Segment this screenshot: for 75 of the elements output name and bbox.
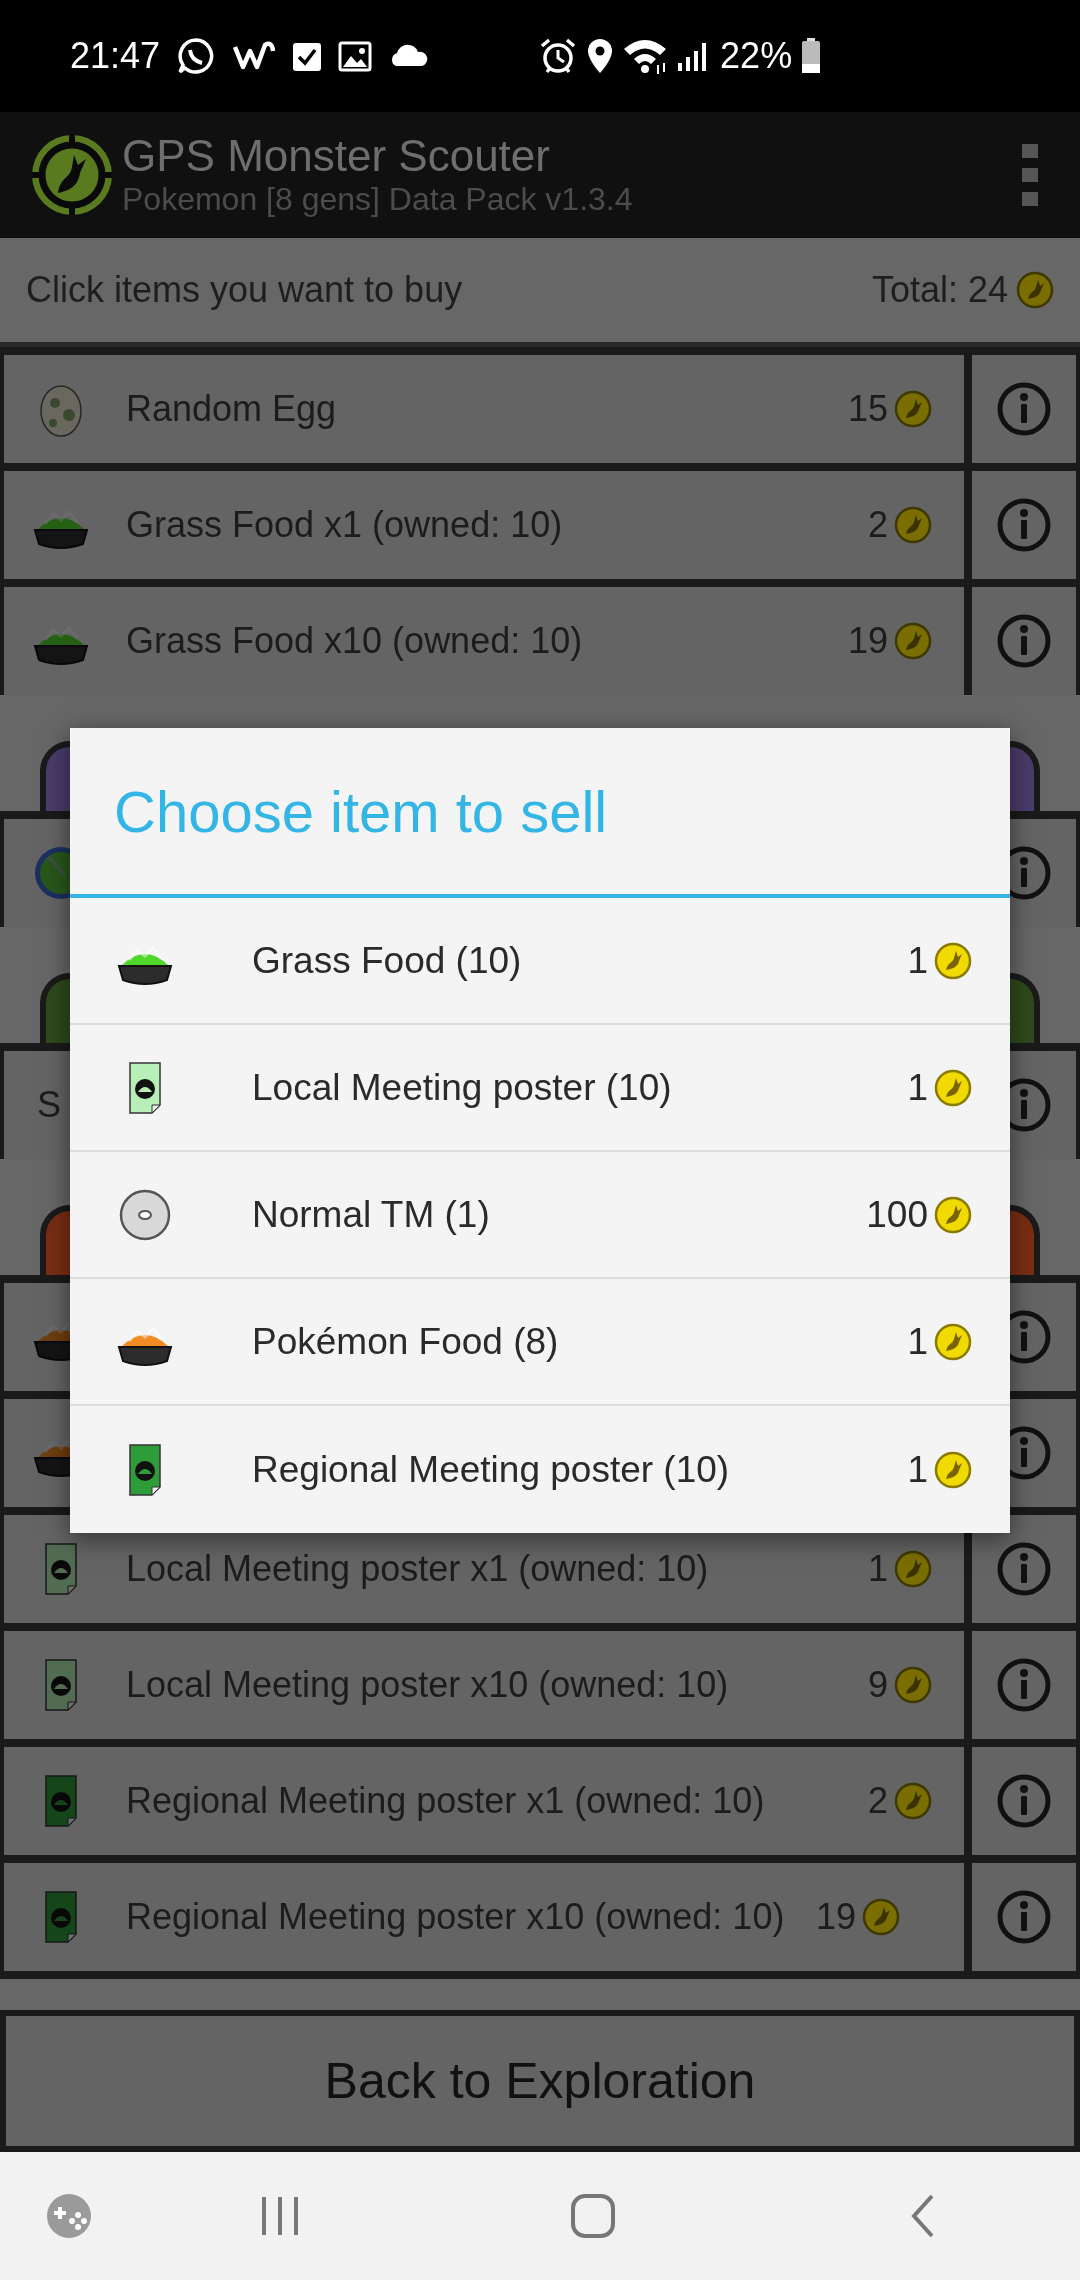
item-row[interactable]: Random Egg 15 (4, 355, 964, 463)
image-icon (338, 40, 373, 72)
item-name: Local Meeting poster x10 (owned: 10) (126, 1664, 730, 1706)
item-name: Grass Food x10 (owned: 10) (126, 620, 584, 662)
wifi-icon (622, 37, 669, 75)
info-icon (996, 1541, 1052, 1597)
item-name: Local Meeting poster (10) (252, 1065, 673, 1110)
item-name: Normal TM (1) (252, 1192, 491, 1237)
item-name: Regional Meeting poster x1 (owned: 10) (126, 1780, 766, 1822)
item-row[interactable]: Regional Meeting poster x10 (owned: 10) 19 (4, 1863, 964, 1971)
price-text: 9 (867, 1663, 888, 1707)
item-row[interactable]: Grass Food x1 (owned: 10) 2 (4, 471, 964, 579)
coin-icon (894, 390, 932, 428)
item-name: Grass Food (10) (252, 938, 523, 983)
battery-percent-text: 22% (720, 34, 793, 78)
item-name: Local Meeting poster x1 (owned: 10) (126, 1548, 710, 1590)
checkbox-icon (292, 40, 323, 72)
item-name: Random Egg (126, 388, 338, 430)
sell-item[interactable]: Grass Food (10) 1 (70, 898, 1010, 1025)
coin-icon (894, 1666, 932, 1704)
price-text: 1 (907, 1447, 928, 1492)
back-button[interactable]: Back to Exploration (0, 2010, 1080, 2152)
recent-apps-icon[interactable] (260, 2195, 300, 2237)
coin-icon (862, 1898, 901, 1936)
coin-icon (894, 622, 932, 660)
price-text: 1 (907, 1319, 928, 1364)
coin-icon (894, 1782, 932, 1820)
app-logo-icon (30, 133, 114, 217)
back-icon[interactable] (910, 2193, 936, 2239)
price-text: 1 (867, 1547, 888, 1591)
info-icon (996, 1889, 1052, 1945)
price-text: 15 (847, 387, 888, 431)
coin-icon (934, 1195, 972, 1234)
coin-icon (934, 941, 972, 980)
location-icon (586, 37, 615, 75)
price-text: 19 (847, 619, 888, 663)
item-row[interactable]: Grass Food x10 (owned: 10) 19 (4, 587, 964, 695)
instruction-text: Click items you want to buy (26, 268, 463, 312)
info-button[interactable] (972, 1515, 1076, 1623)
sell-item[interactable]: Local Meeting poster (10) 1 (70, 1025, 1010, 1152)
item-name: Grass Food x1 (owned: 10) (126, 504, 564, 546)
price-text: 1 (907, 1065, 928, 1110)
sell-item[interactable]: Pokémon Food (8) 1 (70, 1279, 1010, 1406)
info-icon (996, 497, 1052, 553)
coin-icon (934, 1450, 972, 1489)
total-text: Total: 24 (871, 268, 1008, 312)
item-row[interactable]: Local Meeting poster x10 (owned: 10) 9 (4, 1631, 964, 1739)
item-name: Pokémon Food (8) (252, 1319, 560, 1364)
info-icon (996, 1657, 1052, 1713)
item-row[interactable]: Regional Meeting poster x1 (owned: 10) 2 (4, 1747, 964, 1855)
app-subtitle: Pokemon [8 gens] Data Pack v1.3.4 (122, 180, 633, 218)
info-icon (996, 1773, 1052, 1829)
price-text: 2 (867, 503, 888, 547)
info-icon (996, 381, 1052, 437)
dialog-title: Choose item to sell (114, 777, 608, 846)
battery-icon (800, 37, 823, 75)
item-name: Regional Meeting poster x10 (owned: 10) (126, 1896, 786, 1938)
price-text: 2 (867, 1779, 888, 1823)
coin-icon (934, 1322, 972, 1361)
coin-icon (934, 1068, 972, 1107)
info-icon (996, 613, 1052, 669)
gamepad-icon[interactable] (46, 2193, 92, 2239)
coin-icon (894, 506, 932, 544)
home-icon[interactable] (570, 2193, 616, 2239)
price-text: 19 (816, 1895, 857, 1939)
clock-text: 21:47 (70, 34, 161, 78)
price-text: 1 (907, 938, 928, 983)
sell-item[interactable]: Normal TM (1) 100 (70, 1152, 1010, 1279)
overflow-menu-icon[interactable] (1020, 142, 1040, 208)
price-text: 100 (866, 1192, 928, 1237)
app-title: GPS Monster Scouter (122, 132, 551, 181)
item-name: Regional Meeting poster (10) (252, 1447, 731, 1492)
item-name: S (37, 1084, 61, 1126)
coin-icon (1016, 271, 1054, 309)
coin-icon (894, 1550, 932, 1588)
